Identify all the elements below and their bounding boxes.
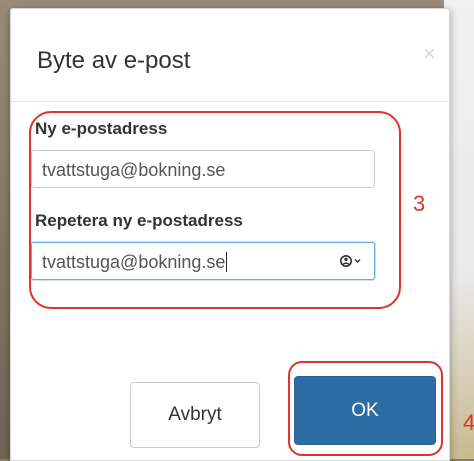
annotation-highlight-ok <box>288 361 443 456</box>
annotation-step-4: 4 <box>463 410 474 435</box>
change-email-dialog: Byte av e-post × Ny e-postadress tvattst… <box>10 8 450 461</box>
footer-divider <box>11 349 449 350</box>
title-divider <box>11 101 449 102</box>
annotation-step-3: 3 <box>413 191 426 216</box>
annotation-highlight-fields <box>29 111 401 309</box>
dialog-title: Byte av e-post <box>37 47 191 74</box>
cancel-button[interactable]: Avbryt <box>130 382 260 448</box>
close-button[interactable]: × <box>423 41 436 67</box>
